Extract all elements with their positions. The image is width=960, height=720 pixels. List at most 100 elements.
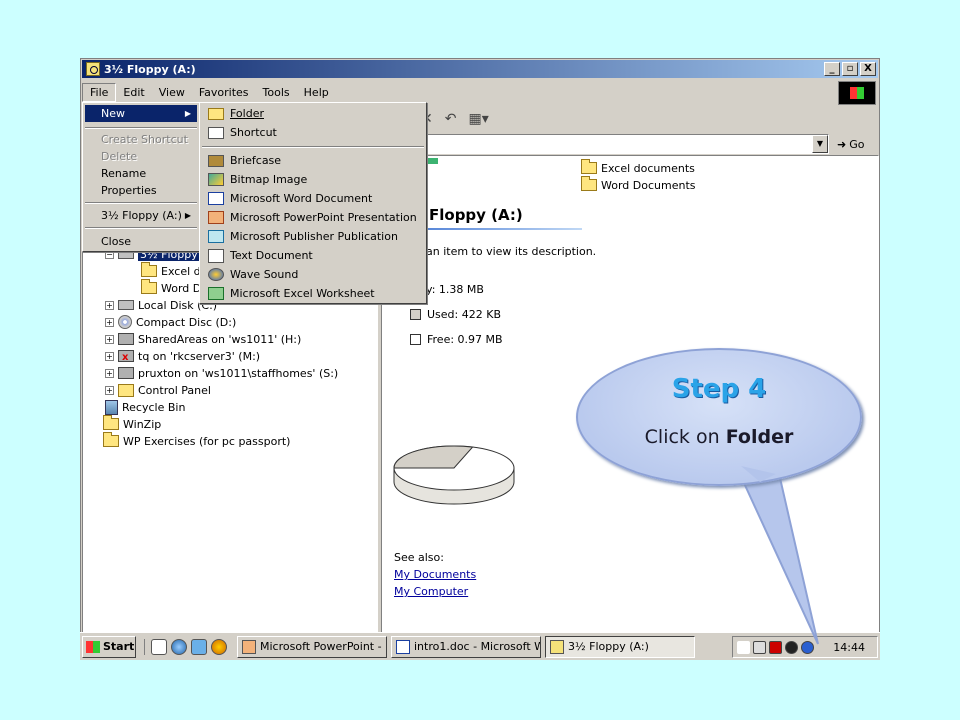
volume-icon[interactable] [753,640,766,654]
callout-text: Click on Folder [576,426,862,448]
go-button[interactable]: ➜ Go [837,138,864,151]
menu-item-label: Wave Sound [230,268,299,281]
folder-icon [103,415,119,430]
content-folder-word-documents[interactable]: Word Documents [581,176,696,193]
tree-item-compact-disc[interactable]: + Compact Disc (D:) [105,314,236,330]
submenu-arrow-icon: ▶ [184,109,191,118]
acrobat-icon[interactable] [769,640,782,654]
menu-help[interactable]: Help [297,84,336,101]
menu-separator [85,227,197,229]
taskbar: Start Microsoft PowerPoint - [... intro1… [80,632,880,660]
tray-disc-icon[interactable] [785,640,798,654]
undo-icon[interactable]: ↶ [445,111,457,127]
go-arrow-icon: ➜ [837,137,847,151]
tree-item-excel-documents[interactable]: Excel dc [141,262,207,279]
tree-item-label: Control Panel [138,383,211,397]
powerpoint-icon [208,211,224,224]
new-menu-powerpoint[interactable]: Microsoft PowerPoint Presentation [202,209,424,226]
file-menu-new[interactable]: New ▶ [85,105,197,122]
tray-pen-icon[interactable] [737,640,750,654]
address-input[interactable]: ▼ [421,134,829,154]
tree-item-tq[interactable]: + tq on 'rkcserver3' (M:) [105,348,260,364]
show-desktop-icon[interactable] [151,638,167,655]
menu-separator [85,202,197,204]
tray-info-icon[interactable] [801,640,814,654]
tree-item-pruxton[interactable]: + pruxton on 'ws1011\staffhomes' (S:) [105,365,338,381]
menu-file[interactable]: File [82,82,117,102]
file-menu-close[interactable]: Close [85,233,197,250]
menu-item-label: Create Shortcut [101,133,188,146]
see-also-label: See also: [394,551,444,564]
explorer-icon [550,639,564,654]
task-powerpoint[interactable]: Microsoft PowerPoint - [... [237,635,387,658]
file-menu: New ▶ Create Shortcut Delete Rename Prop… [82,102,200,252]
wave-sound-icon [208,268,224,281]
new-menu-briefcase[interactable]: Briefcase [202,152,424,169]
content-folder-excel-documents[interactable]: Excel documents [581,159,695,176]
text-document-icon [208,248,224,263]
expand-icon[interactable]: + [105,385,114,395]
expand-icon[interactable]: + [105,368,114,378]
new-menu-folder[interactable]: Folder [202,105,424,122]
new-menu-word-document[interactable]: Microsoft Word Document [202,190,424,207]
word-icon [208,192,224,205]
disk-usage-pie [393,445,515,505]
windows-flag-icon [86,640,100,653]
file-menu-rename[interactable]: Rename [85,165,197,182]
new-menu-publisher[interactable]: Microsoft Publisher Publication [202,228,424,245]
internet-explorer-icon[interactable] [171,638,187,655]
views-icon[interactable]: ▦▾ [468,111,488,127]
expand-icon[interactable]: + [105,317,114,327]
new-menu-excel-worksheet[interactable]: Microsoft Excel Worksheet [202,285,424,302]
start-button[interactable]: Start [82,635,136,658]
my-computer-link[interactable]: My Computer [394,585,468,598]
used-text: Used: 422 KB [427,308,501,321]
minimize-button[interactable]: _ [824,62,840,76]
new-menu-text-document[interactable]: Text Document [202,247,424,264]
tree-item-recycle-bin[interactable]: Recycle Bin [105,399,185,415]
task-label: 3½ Floppy (A:) [568,640,649,653]
file-menu-properties[interactable]: Properties [85,182,197,199]
new-menu-bitmap-image[interactable]: Bitmap Image [202,171,424,188]
tree-item-wp-exercises[interactable]: WP Exercises (for pc passport) [103,432,290,449]
close-button[interactable]: X [860,62,876,76]
menu-favorites[interactable]: Favorites [192,84,256,101]
tree-item-label: tq on 'rkcserver3' (M:) [138,349,261,363]
address-dropdown-icon[interactable]: ▼ [812,135,828,153]
menu-tools[interactable]: Tools [256,84,297,101]
menu-edit[interactable]: Edit [116,84,151,101]
submenu-arrow-icon: ▶ [184,211,191,220]
menu-item-label: Close [101,235,131,248]
hard-drive-icon [118,300,134,310]
my-documents-link[interactable]: My Documents [394,568,476,581]
menu-item-label: Shortcut [230,126,277,139]
task-explorer[interactable]: 3½ Floppy (A:) [545,635,695,658]
expand-icon[interactable]: + [105,351,114,361]
tree-item-label: pruxton on 'ws1011\staffhomes' (S:) [138,366,339,380]
new-menu-shortcut[interactable]: Shortcut [202,124,424,141]
network-drive-icon [118,367,134,379]
floppy-explore-icon [86,62,100,76]
media-player-icon[interactable] [211,638,227,655]
tree-item-control-panel[interactable]: + Control Panel [105,382,211,398]
menu-item-label: Microsoft Word Document [230,192,373,205]
menu-bar: File Edit View Favorites Tools Help [82,81,336,103]
menu-item-label: New [101,107,125,120]
task-word[interactable]: intro1.doc - Microsoft W... [391,635,541,658]
tree-item-word-documents[interactable]: Word Do [141,279,208,296]
legend-free: Free: 0.97 MB [410,333,503,346]
cd-drive-icon [118,315,132,329]
menu-view[interactable]: View [152,84,192,101]
restore-button[interactable]: ▫ [842,62,858,76]
tree-item-shared-areas[interactable]: + SharedAreas on 'ws1011' (H:) [105,331,301,347]
tree-item-winzip[interactable]: WinZip [103,415,161,432]
outlook-icon[interactable] [191,638,207,655]
file-menu-floppy[interactable]: 3½ Floppy (A:) ▶ [85,207,197,224]
title-bar[interactable]: 3½ Floppy (A:) _ ▫ X [82,60,878,78]
folder-icon [141,262,157,277]
expand-icon[interactable]: + [105,334,114,344]
description-text: an item to view its description. [426,245,597,258]
expand-icon[interactable]: + [105,300,114,310]
new-menu-wave-sound[interactable]: Wave Sound [202,266,424,283]
disconnected-drive-icon [118,350,134,363]
